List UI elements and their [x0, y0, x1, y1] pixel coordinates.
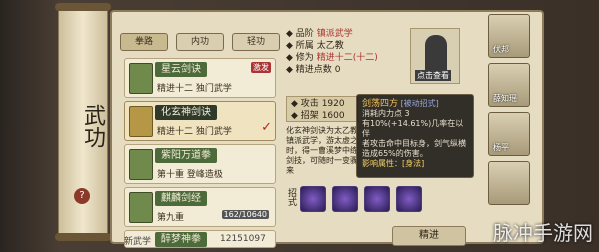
scroll-rod-bottom: [55, 233, 111, 241]
book-icon: [129, 63, 153, 94]
attack-stat: ◆ 攻击 1920: [291, 99, 345, 109]
tooltip-line-3: 造成65%的伤害。: [362, 149, 428, 158]
info-school: ◆ 所属 太乙教: [286, 41, 344, 51]
companion-avatar[interactable]: 杨平: [488, 112, 530, 156]
status-badge: 激发: [251, 62, 271, 73]
list-item[interactable]: 紫阳万道拳 第十重 登峰造极: [124, 144, 276, 184]
defense-stat: ◆ 招架 1600: [291, 111, 345, 121]
art-name: 星云剑诀: [155, 62, 207, 77]
progress-badge: 162/10640: [221, 210, 269, 219]
companion-avatar[interactable]: 薛知瑶: [488, 63, 530, 107]
tooltip-header: 剑荡四方 [被动招式]: [362, 99, 439, 109]
art-description: 化玄神剑诀为太乙教镇派武学，游太虚之时，得一曹溪梦中练剑技，可随时一变骤来: [286, 126, 358, 175]
art-name: 醉梦神拳: [155, 232, 207, 247]
tooltip-line-2: 者攻击命中目标身，剑气纵横: [362, 139, 466, 148]
practice-button[interactable]: 精进: [392, 226, 466, 246]
coin-count: 12151097: [220, 234, 266, 244]
info-cultivation: ◆ 修为 精进十二(十二): [286, 53, 378, 63]
skill-slot-icon[interactable]: [332, 186, 358, 212]
info-faction: ◆ 品阶 镇派武学: [286, 29, 353, 39]
skill-slots: [300, 186, 422, 212]
tooltip-cost: 消耗内力点 3: [362, 109, 410, 118]
character-figure-icon: [425, 35, 447, 75]
companion-avatar[interactable]: 伏邦: [488, 14, 530, 58]
skill-tooltip: 剑荡四方 [被动招式] 消耗内力点 3 有10%(+14.61%)几率在以伴 者…: [356, 94, 474, 178]
category-tabs: 拳路 内功 轻功: [120, 33, 280, 51]
new-art-label[interactable]: 新武学: [124, 237, 151, 247]
tooltip-line-1: 有10%(+14.61%)几率在以伴: [362, 119, 464, 138]
book-icon: [129, 149, 153, 180]
list-item[interactable]: 星云剑诀 激发 精进十二 独门武学: [124, 58, 276, 98]
art-rank: 精进十二 独门武学: [157, 84, 232, 94]
stats-box: ◆ 攻击 1920 ◆ 招架 1600: [286, 96, 358, 122]
art-name: 紫阳万道拳: [155, 148, 217, 163]
tab-inner-skill[interactable]: 内功: [176, 33, 224, 51]
help-icon[interactable]: ?: [74, 188, 90, 204]
art-rank: 第九重: [157, 213, 185, 223]
skill-slot-icon[interactable]: [300, 186, 326, 212]
art-info: ◆ 品阶 镇派武学 ◆ 所属 太乙教 ◆ 修为 精进十二(十二) ◆ 精进点数 …: [286, 28, 378, 76]
checkmark-icon: ✓: [261, 120, 272, 135]
list-item[interactable]: 化玄神剑诀 精进十二 独门武学 ✓: [124, 101, 276, 141]
watermark: 脉冲手游网: [493, 221, 593, 245]
book-icon: [129, 192, 153, 223]
page-title: 武功: [80, 104, 105, 148]
art-rank: 第十重 登峰造极: [157, 170, 223, 180]
tooltip-effect: 影响属性：[身法]: [362, 159, 425, 168]
companion-list: 伏邦 薛知瑶 杨平: [488, 14, 530, 210]
game-scene: 武功 ? 拳路 内功 轻功 星云剑诀 激发 精进十二 独门武学 化玄神剑诀 精进…: [0, 0, 599, 252]
tab-light-skill[interactable]: 轻功: [232, 33, 280, 51]
skill-slot-icon[interactable]: [396, 186, 422, 212]
info-progress: ◆ 精进点数 0: [286, 65, 341, 75]
skills-label: 招式: [286, 188, 296, 206]
art-name: 化玄神剑诀: [155, 105, 217, 120]
list-item[interactable]: 麒麟剑经 162/10640 第九重: [124, 187, 276, 227]
character-portrait[interactable]: 点击查看: [410, 28, 460, 84]
skill-slot-icon[interactable]: [364, 186, 390, 212]
book-icon: [129, 106, 153, 137]
art-name: 麒麟剑经: [155, 191, 207, 206]
tab-boxing[interactable]: 拳路: [120, 33, 168, 51]
portrait-caption: 点击查看: [415, 70, 451, 81]
footer-bar: 新武学 12151097: [124, 234, 266, 247]
companion-avatar[interactable]: [488, 161, 530, 205]
scroll-rod-top: [55, 3, 111, 11]
art-rank: 精进十二 独门武学: [157, 127, 232, 137]
martial-arts-list: 星云剑诀 激发 精进十二 独门武学 化玄神剑诀 精进十二 独门武学 ✓ 紫阳万道…: [124, 58, 276, 248]
